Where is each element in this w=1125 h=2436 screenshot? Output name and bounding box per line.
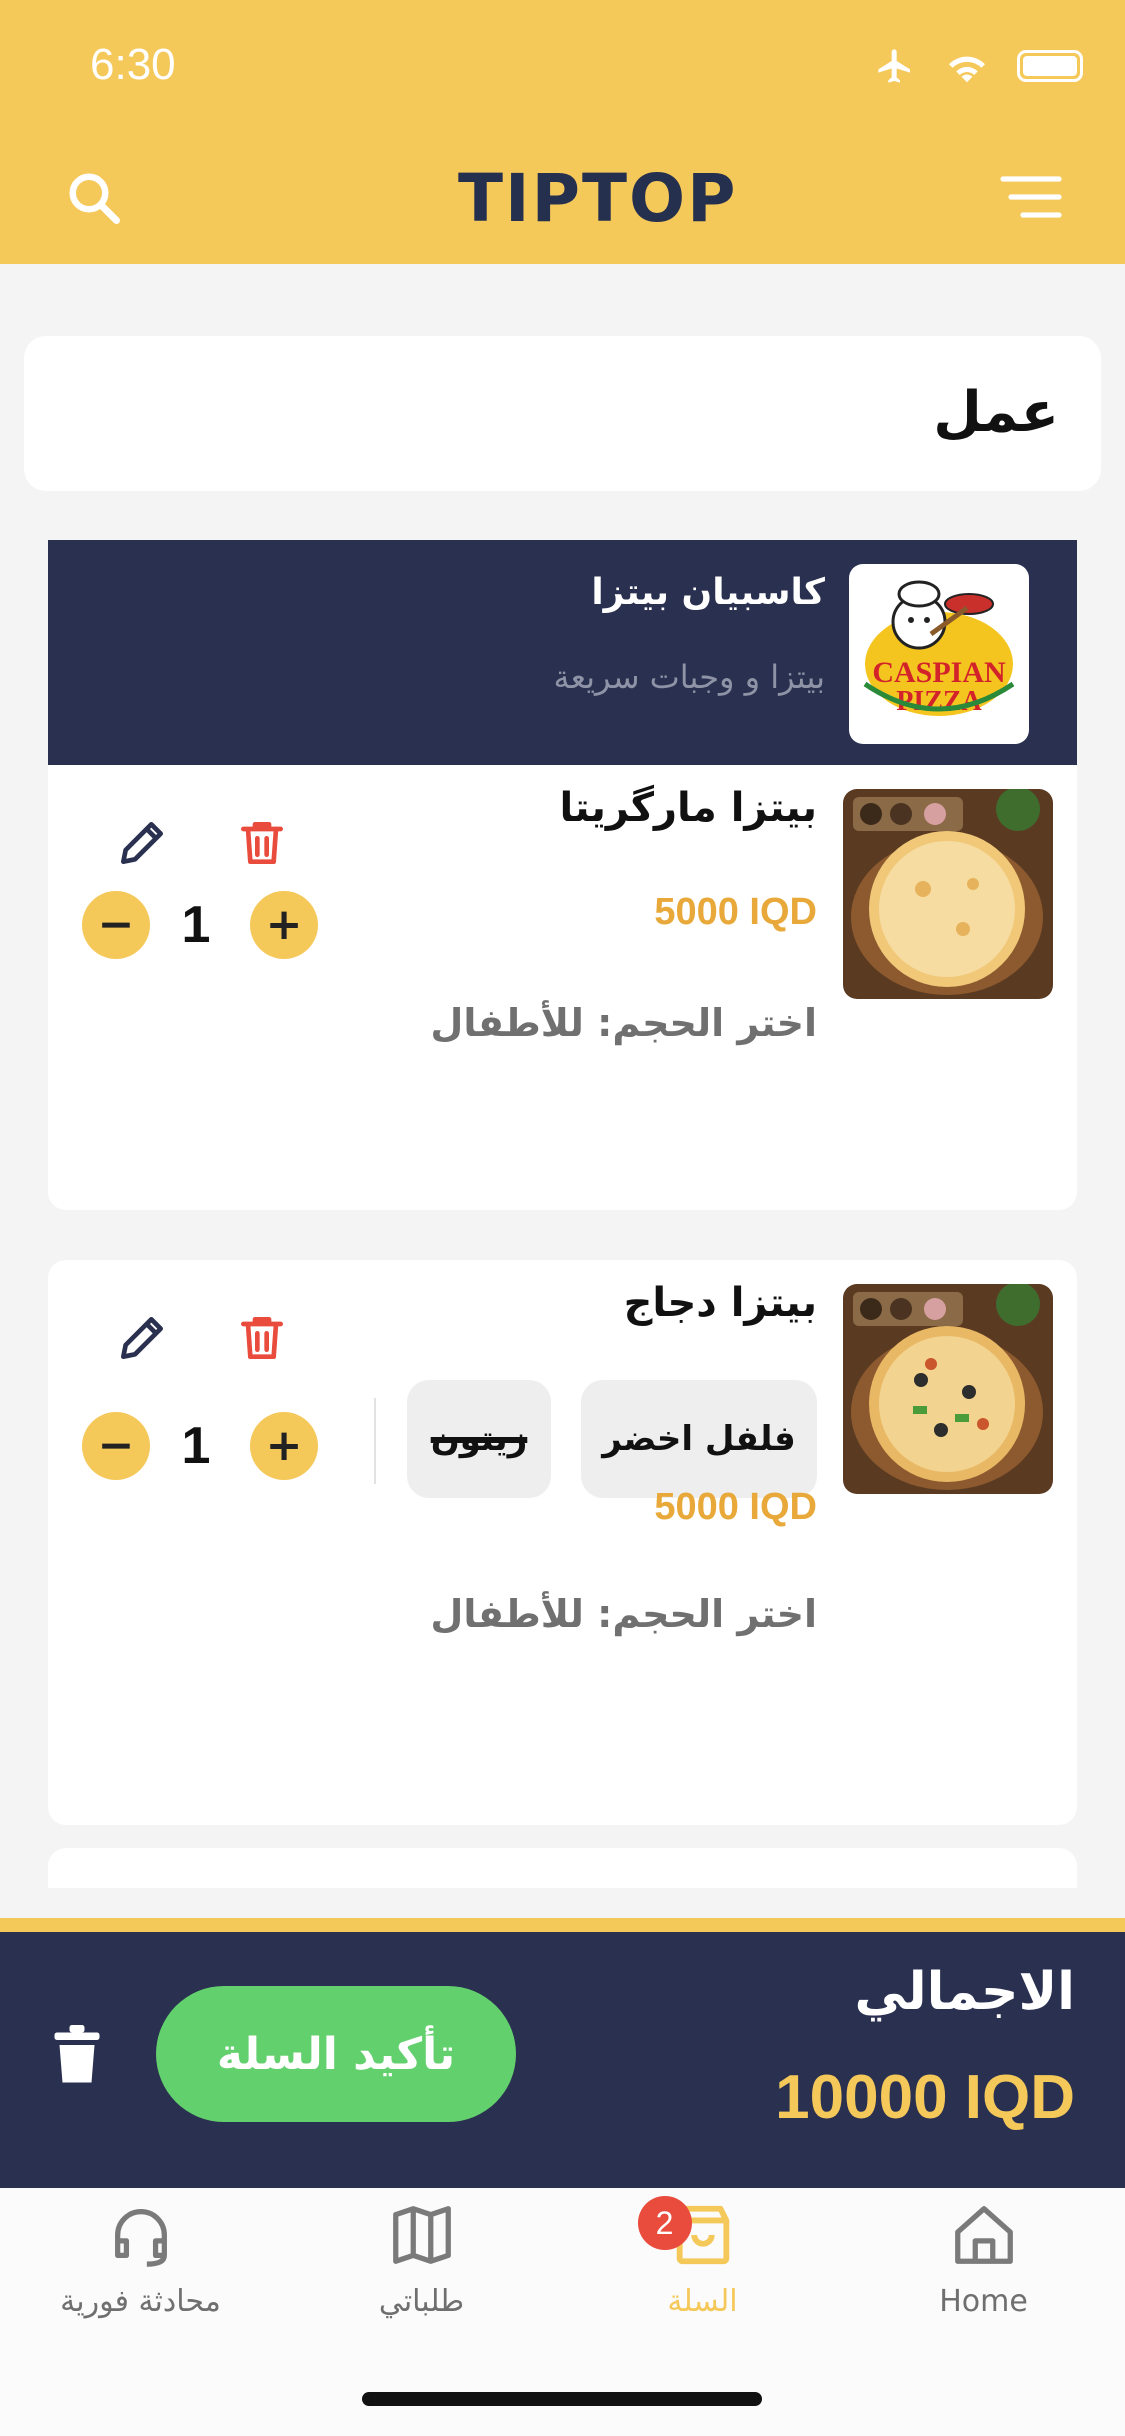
- basket-icon-wrap: 2: [637, 2196, 738, 2270]
- item-price: 5000 IQD: [654, 1486, 817, 1528]
- restaurant-name: كاسبيان بيتزا: [591, 572, 825, 613]
- map-icon: [392, 2206, 451, 2264]
- restaurant-logo: CASPIAN PIZZA: [849, 564, 1029, 744]
- confirm-cart-button[interactable]: تأكيد السلة: [156, 1986, 516, 2122]
- cart-item-partial: [48, 1848, 1077, 1888]
- delete-item-icon[interactable]: [234, 815, 290, 871]
- wifi-icon: [949, 56, 985, 83]
- item-name: بيتزا دجاج: [623, 1280, 817, 1326]
- addon-chip-removed: زيتون: [407, 1380, 551, 1498]
- divider: [374, 1398, 376, 1484]
- total-label: الاجمالي: [854, 1962, 1075, 2022]
- tab-orders[interactable]: طلباتي: [281, 2188, 562, 2368]
- item-size: اختر الحجم: للأطفال: [430, 1001, 817, 1045]
- headset-icon: [114, 2209, 167, 2267]
- logo-text-bottom: PIZZA: [896, 686, 982, 717]
- restaurant-subtitle: بيتزا و وجبات سريعة: [553, 658, 825, 696]
- cart-count-badge: 2: [637, 2196, 692, 2250]
- cart-item: بيتزا مارگريتا 5000 IQD اختر الحجم: للأط…: [48, 765, 1077, 1210]
- delivery-address-card[interactable]: عمل: [24, 336, 1101, 491]
- tab-label: السلة: [667, 2284, 738, 2319]
- pizza-image: [843, 1284, 1053, 1494]
- accent-strip: [0, 1918, 1125, 1932]
- checkout-bar: الاجمالي 10000 IQD تأكيد السلة: [0, 1932, 1125, 2188]
- status-time: 6:30: [90, 40, 176, 89]
- tab-live-chat[interactable]: محادثة فورية: [0, 2188, 281, 2368]
- total-value: 10000 IQD: [775, 2063, 1075, 2132]
- address-label: عمل: [933, 380, 1059, 445]
- app-header: 6:30 TIPTOP: [0, 0, 1125, 264]
- delete-item-icon[interactable]: [234, 1310, 290, 1366]
- tab-cart[interactable]: 2 السلة: [562, 2188, 843, 2368]
- item-price: 5000 IQD: [654, 891, 817, 933]
- quantity-value: 1: [181, 1417, 211, 1475]
- bottom-tab-bar: Home 2 السلة طلباتي محادثة فورية: [0, 2188, 1125, 2436]
- logo-text-top: CASPIAN: [872, 656, 1006, 689]
- status-icons: [873, 46, 1083, 86]
- tab-label: Home: [939, 2284, 1028, 2319]
- edit-item-icon[interactable]: [114, 815, 170, 871]
- quantity-value: 1: [181, 896, 211, 954]
- search-icon[interactable]: [64, 168, 124, 228]
- tab-label: محادثة فورية: [60, 2284, 221, 2319]
- home-icon: [954, 2206, 1013, 2264]
- increase-quantity-button[interactable]: +: [250, 1412, 318, 1480]
- item-name: بيتزا مارگريتا: [559, 785, 817, 831]
- airplane-icon: [878, 49, 910, 83]
- tab-label: طلباتي: [378, 2284, 465, 2319]
- decrease-quantity-button[interactable]: −: [82, 891, 150, 959]
- cart-item: بيتزا دجاج فلفل اخضر زيتون 5000 IQD اختر…: [48, 1260, 1077, 1825]
- clear-cart-icon[interactable]: [52, 2024, 102, 2086]
- pizza-image: [843, 789, 1053, 999]
- edit-item-icon[interactable]: [114, 1310, 170, 1366]
- battery-icon: [1017, 50, 1083, 82]
- app-logo: TIPTOP: [458, 160, 738, 237]
- addon-chip: فلفل اخضر: [581, 1380, 817, 1498]
- increase-quantity-button[interactable]: +: [250, 891, 318, 959]
- restaurant-header[interactable]: CASPIAN PIZZA كاسبيان بيتزا بيتزا و وجبا…: [48, 540, 1077, 765]
- decrease-quantity-button[interactable]: −: [82, 1412, 150, 1480]
- tab-home[interactable]: Home: [843, 2188, 1124, 2368]
- item-size: اختر الحجم: للأطفال: [430, 1592, 817, 1636]
- menu-icon[interactable]: [999, 172, 1063, 222]
- home-indicator: [362, 2392, 762, 2406]
